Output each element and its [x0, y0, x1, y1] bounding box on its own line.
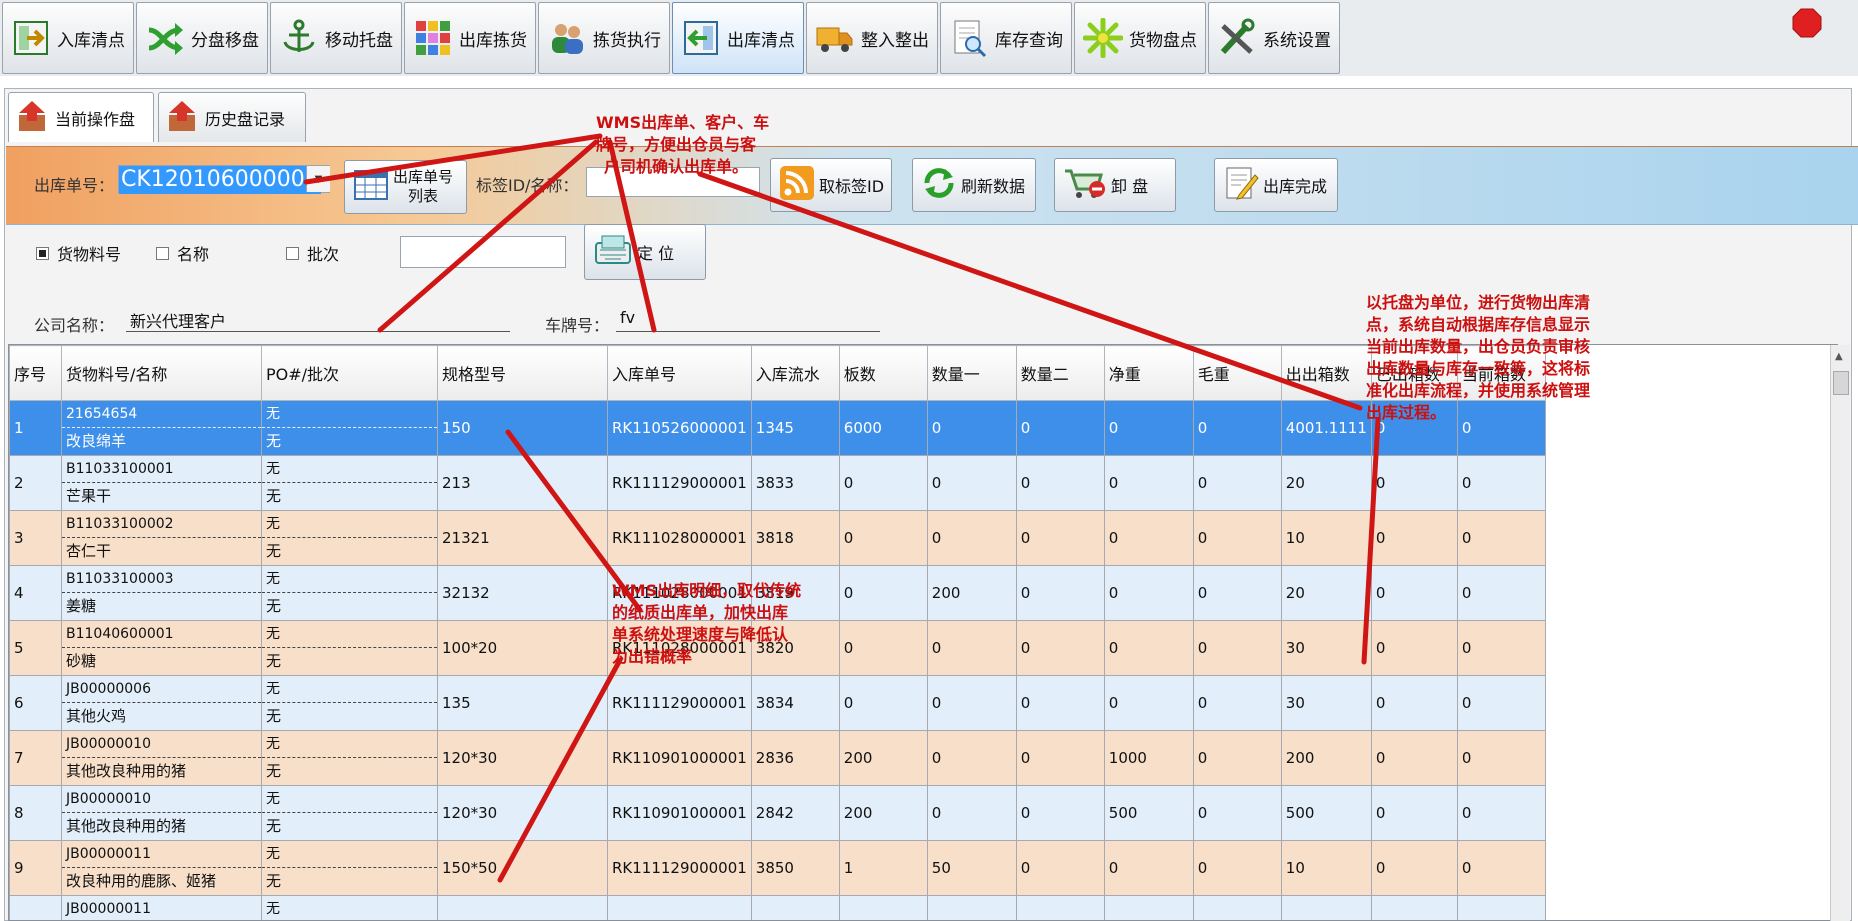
- arrow-to-company: [377, 139, 599, 333]
- arrow-to-done-boxes: [1361, 417, 1381, 665]
- annotation-arrows: [303, 133, 1381, 883]
- annotation-pallet-note: 以托盘为单位，进行货物出库清 点，系统自动根据库存信息显示 当前出库数量，出仓员…: [1366, 293, 1591, 422]
- annotation-header-note: WMS出库单、客户、车 牌号，方便出仓员与客 户司机确认出库单。: [596, 113, 770, 176]
- arrow-to-spec-bottom: [497, 657, 623, 883]
- arrow-to-out-boxes: [697, 171, 1363, 411]
- annotation-detail-note: WMS出库明细，取代传统 的纸质出库单，加快出库 单系统处理速度与降低认 为出错…: [612, 581, 802, 666]
